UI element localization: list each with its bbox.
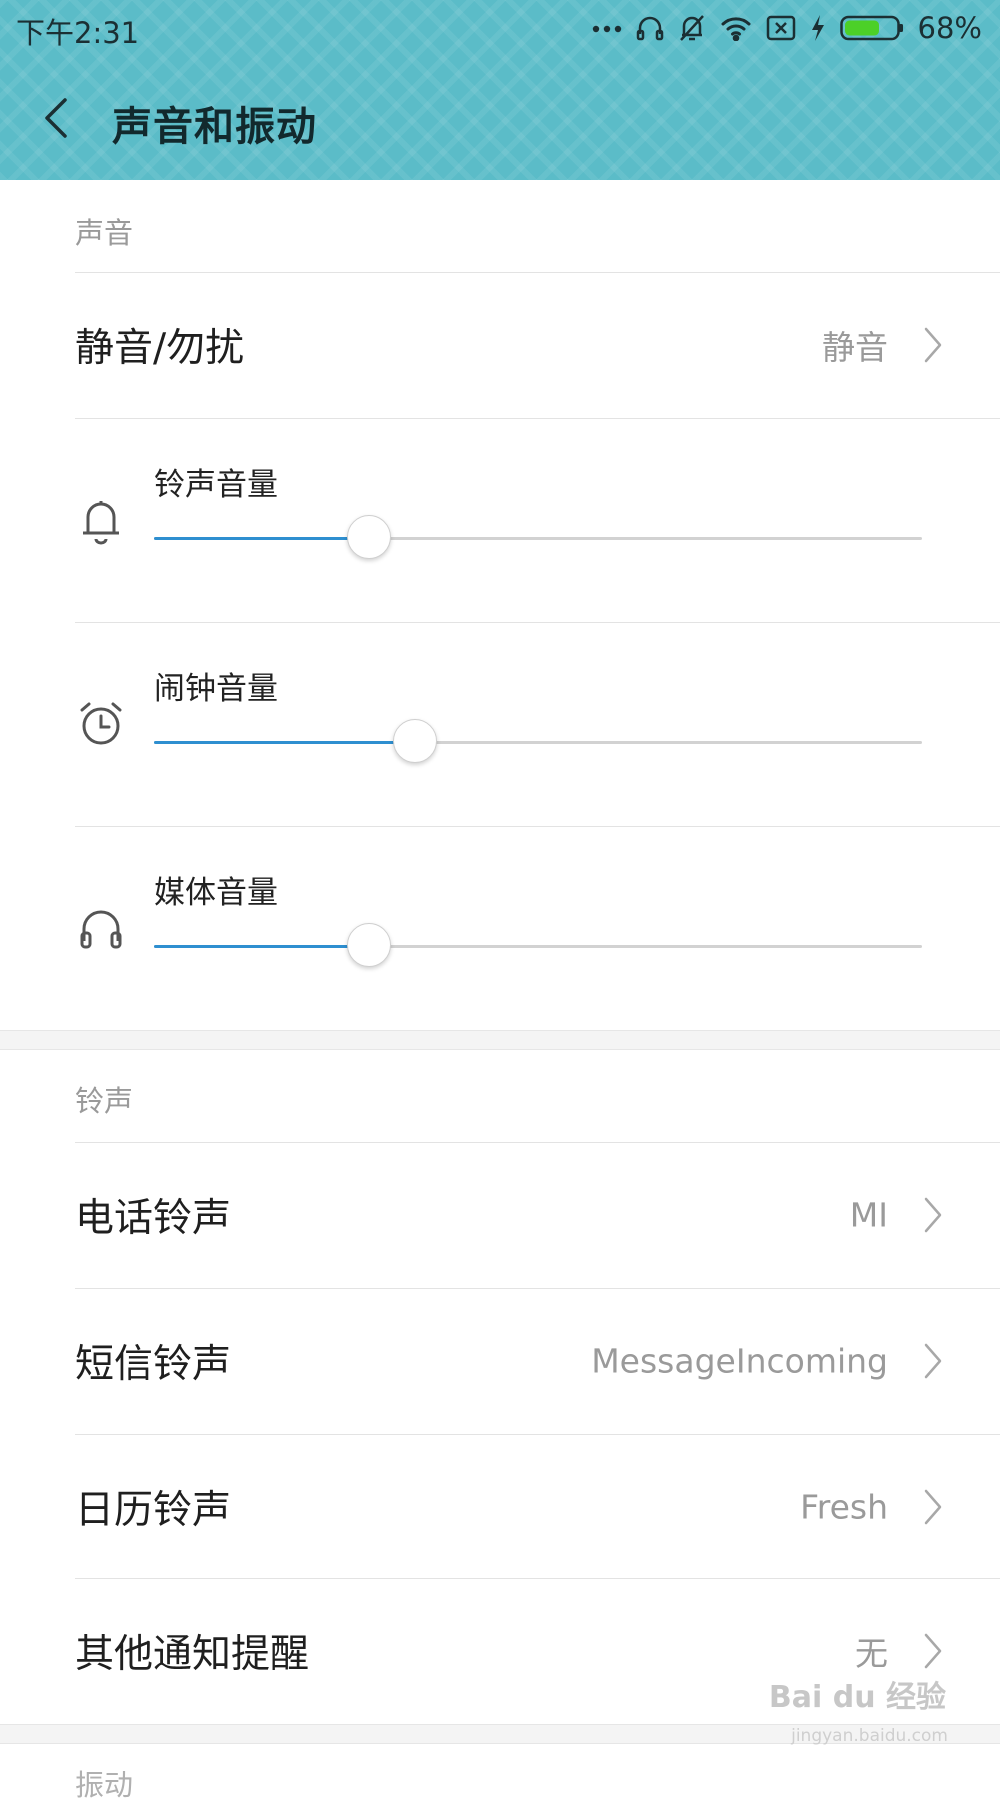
chevron-right-icon (924, 1343, 942, 1379)
watermark-url: jingyan.baidu.com (791, 1726, 948, 1746)
phone-ringtone-label: 电话铃声 (75, 1196, 232, 1241)
slider-thumb[interactable] (347, 923, 392, 967)
wifi-icon (720, 15, 752, 41)
status-bar: 下午2:31 68% (0, 0, 1000, 56)
other-notification-label: 其他通知提醒 (75, 1632, 310, 1677)
status-icons: 68% (592, 8, 982, 48)
slider-fill (154, 537, 370, 540)
calendar-ringtone-label: 日历铃声 (75, 1488, 232, 1533)
sms-ringtone-label: 短信铃声 (75, 1342, 232, 1387)
chevron-left-icon (45, 98, 67, 138)
battery-icon (839, 15, 904, 41)
alarm-volume-label: 闹钟音量 (154, 671, 278, 707)
more-dots-icon (592, 23, 622, 33)
sim-x-icon (766, 15, 796, 41)
slider-thumb[interactable] (347, 515, 392, 559)
calendar-ringtone-value: Fresh (800, 1487, 888, 1527)
page-title: 声音和振动 (112, 104, 317, 150)
status-time: 下午2:31 (16, 16, 140, 50)
slider-fill (154, 741, 416, 744)
headset-icon (636, 14, 664, 42)
ringtone-volume-slider-row: 铃声音量 (0, 419, 1000, 622)
calendar-ringtone-row[interactable]: 日历铃声 Fresh (0, 1435, 1000, 1579)
back-button[interactable] (36, 88, 76, 148)
alarm-volume-slider[interactable] (154, 719, 922, 763)
bell-icon (83, 501, 119, 545)
sms-ringtone-value: MessageIncoming (591, 1341, 888, 1381)
other-notification-value: 无 (855, 1634, 888, 1673)
slider-thumb[interactable] (393, 719, 438, 763)
alarm-clock-icon (80, 702, 122, 745)
alarm-volume-slider-row: 闹钟音量 (0, 623, 1000, 826)
section-header-vibration-partial: 振动 (75, 1768, 134, 1802)
battery-percent: 68% (917, 11, 982, 45)
phone-ringtone-value: MI (849, 1195, 888, 1235)
watermark-logo: Bai du 经验 (768, 1680, 946, 1715)
dnd-row-label: 静音/勿扰 (75, 326, 245, 371)
slider-fill (154, 945, 370, 948)
media-volume-label: 媒体音量 (154, 875, 278, 911)
section-header-ringtone: 铃声 (75, 1084, 134, 1118)
charging-bolt-icon (810, 14, 826, 42)
phone-ringtone-row[interactable]: 电话铃声 MI (0, 1143, 1000, 1287)
section-header-sound: 声音 (75, 216, 134, 250)
ringtone-volume-label: 铃声音量 (154, 467, 278, 503)
dnd-row-value: 静音 (822, 328, 888, 367)
dnd-row[interactable]: 静音/勿扰 静音 (0, 273, 1000, 417)
bell-off-icon (678, 13, 706, 43)
chevron-right-icon (924, 1489, 942, 1525)
chevron-right-icon (924, 1633, 942, 1669)
sms-ringtone-row[interactable]: 短信铃声 MessageIncoming (0, 1289, 1000, 1433)
media-volume-slider[interactable] (154, 923, 922, 967)
app-header: 下午2:31 68% 声音和振动 (0, 0, 1000, 180)
chevron-right-icon (924, 1197, 942, 1233)
media-volume-slider-row: 媒体音量 (0, 827, 1000, 1030)
chevron-right-icon (924, 327, 942, 363)
headphones-icon (80, 910, 122, 949)
ringtone-volume-slider[interactable] (154, 515, 922, 559)
section-gap (0, 1030, 1000, 1050)
